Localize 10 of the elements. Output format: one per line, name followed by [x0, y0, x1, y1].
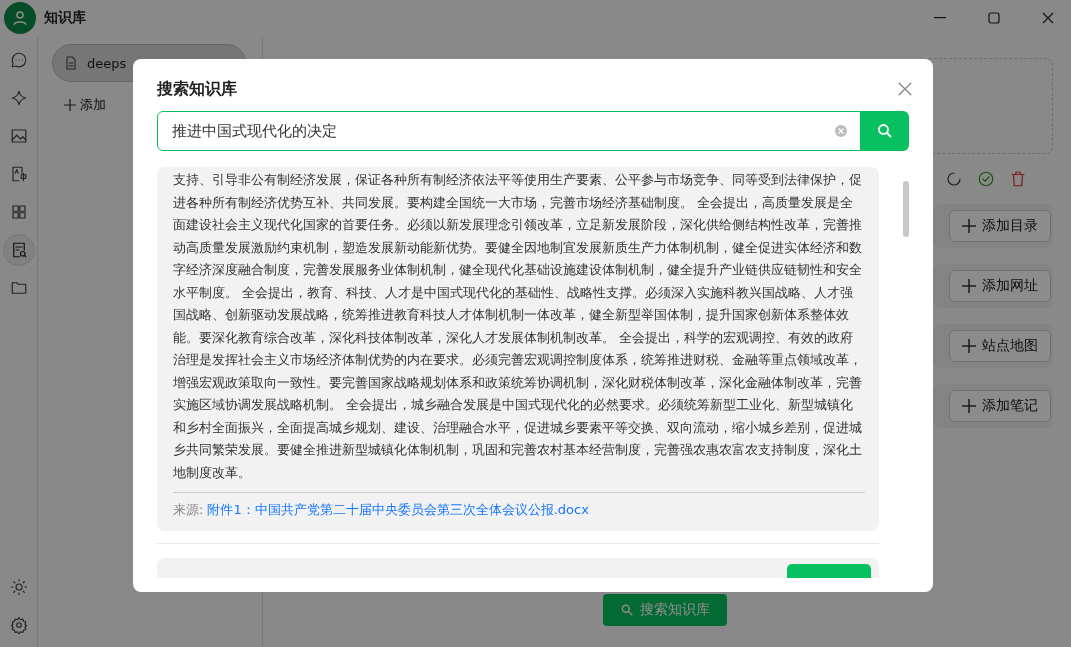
result-text: 支持、引导非公有制经济发展，保证各种所有制经济依法平等使用生产要素、公平参与市场竞争、同等受到法律保护，促进各种所有制经济优势互补、共同发展。要构建全国统一大市场，完善市场经济基础制度。 全会提出，高质量发展是全面建设社会主义现代化国家的首要任务。必须以新发展理念引领改革，立足新发展阶段，深化供给侧结构性改革，完善推动高质量发展激励约束机制，塑造发展新动能新优势。要健全因地制宜发展新质生产力体制机制，健全促进实体经济和数字经济深度融合制度，完善发展服务业体制机制，健全现代化基础设施建设体制机制，健全提升产业链供应链韧性和安全水平制度。 全会提出，教育、科技、人才是中国式现代化的基础性、战略性支撑。必须深入实施科教兴国战略、人才强国战略、创新驱动发展战略，统筹推进教育科技人才体制机制一体改革，健全新型举国体制，提升国家创新体系整体效能。要深化教育综合改革，深化科技体制改革，深化人才发展体制机制改革。 全会提出，科学的宏观调控、有效的政府治理是发挥社会主义市场经济体制优势的内在要求。必须完善宏观调控制度体系，统筹推进财税、金融等重点领域改革，增强宏观政策取向一致性。要完善国家战略规划体系和政策统筹协调机制，深化财税体制改革，深化金融体制改革，完善实施区域协调发展战略机制。 全会提出，城乡融合发展是中国式现代化的必然要求。必须统筹新型工业化、新型城镇化和乡村全面振兴，全面提高城乡规划、建设、治理融合水平，促进城乡要素平等交换、双向流动，缩小城乡差别，促进城乡共同繁荣发展。要健全推进新型城镇化体制机制，巩固和完善农村基本经营制度，完善强农惠农富农支持制度，深化土地制度改革。	[173, 171, 863, 482]
source-label: 来源:	[173, 501, 204, 519]
action-button[interactable]: 添加笔记	[949, 390, 1051, 422]
search-field[interactable]: 推进中国式现代化的决定	[157, 111, 861, 151]
action-button[interactable]: 添加目录	[949, 210, 1051, 242]
window-title: 知识库	[44, 9, 87, 27]
source-link[interactable]: 附件1：中国共产党第二十届中央委员会第三次全体会议公报.docx	[207, 501, 589, 519]
search-input[interactable]: 推进中国式现代化的决定	[170, 121, 826, 141]
action-button[interactable]: 站点地图	[949, 330, 1051, 362]
action-button[interactable]: 添加网址	[949, 270, 1051, 302]
